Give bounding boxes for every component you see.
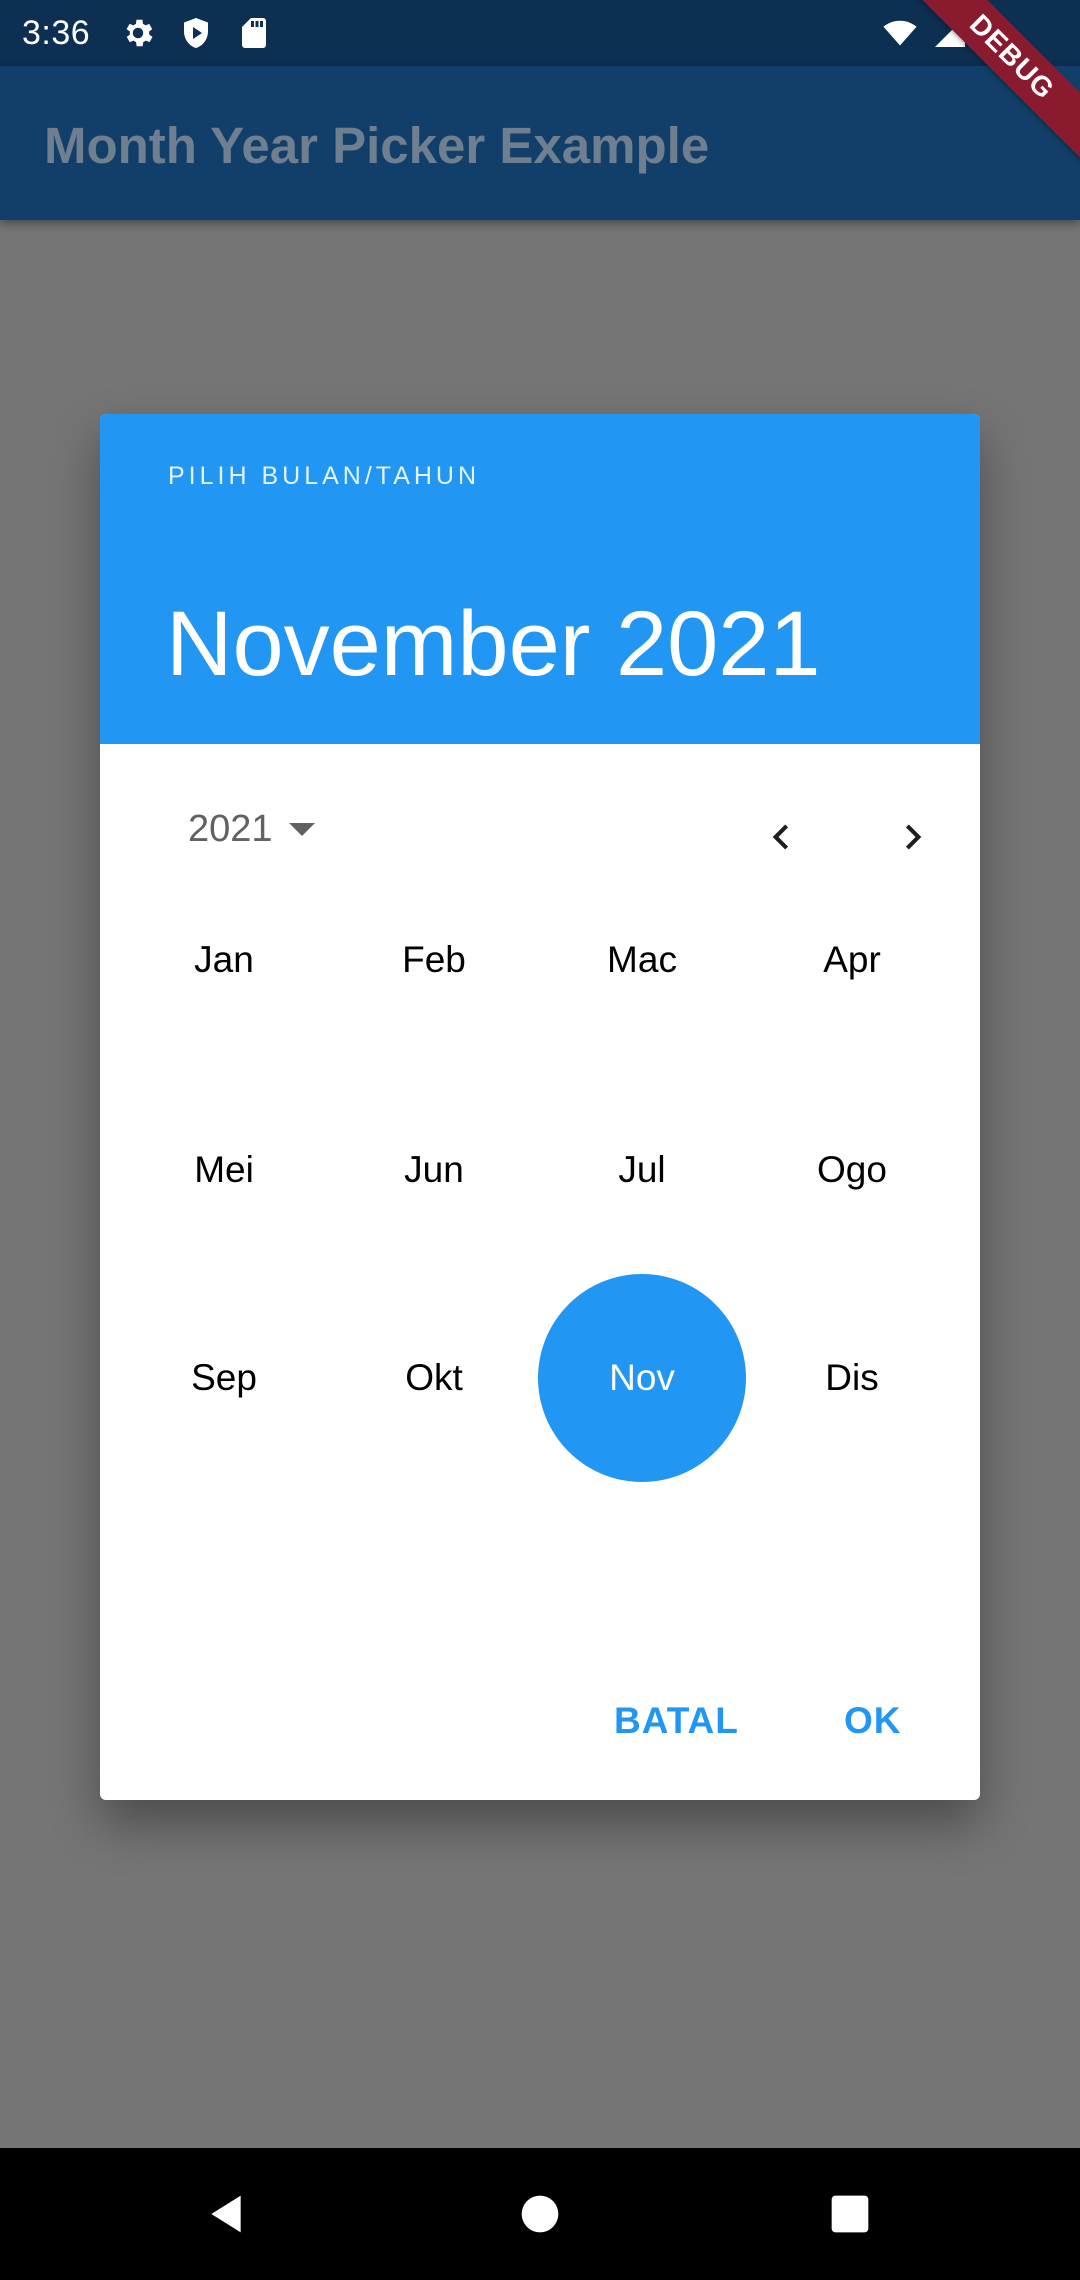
chevron-left-icon[interactable]: [756, 812, 806, 862]
month-apr[interactable]: Apr: [748, 856, 956, 1064]
month-mei[interactable]: Mei: [120, 1066, 328, 1274]
year-dropdown[interactable]: 2021: [188, 808, 315, 851]
month-ogo[interactable]: Ogo: [748, 1066, 956, 1274]
app-bar: Month Year Picker Example: [0, 66, 1080, 220]
app-title: Month Year Picker Example: [44, 117, 710, 174]
year-label: 2021: [188, 808, 273, 850]
dialog-caption: PILIH BULAN/TAHUN: [168, 462, 481, 490]
ok-button[interactable]: OK: [844, 1700, 902, 1742]
month-dis[interactable]: Dis: [748, 1274, 956, 1482]
dialog-actions: BATAL OK: [100, 1670, 980, 1800]
month-mac[interactable]: Mac: [538, 856, 746, 1064]
month-jan[interactable]: Jan: [120, 856, 328, 1064]
month-okt[interactable]: Okt: [330, 1274, 538, 1482]
gear-icon: [126, 19, 153, 47]
wifi-icon: [883, 20, 917, 46]
status-bar: 3:36: [0, 0, 1080, 66]
home-icon[interactable]: [518, 2192, 562, 2236]
status-icons-left: [120, 15, 272, 51]
system-nav-bar: [0, 2148, 1080, 2280]
month-year-picker-dialog: PILIH BULAN/TAHUN November 2021 2021 Jan…: [100, 414, 980, 1800]
status-time: 3:36: [22, 13, 91, 52]
recents-icon[interactable]: [828, 2192, 872, 2236]
month-sep[interactable]: Sep: [120, 1274, 328, 1482]
month-nov[interactable]: Nov: [538, 1274, 746, 1482]
sd-card-icon: [242, 18, 267, 48]
chevron-right-icon[interactable]: [888, 812, 938, 862]
dialog-header: PILIH BULAN/TAHUN November 2021: [100, 414, 980, 744]
back-icon[interactable]: [204, 2192, 248, 2236]
cancel-button[interactable]: BATAL: [614, 1700, 739, 1742]
month-jul[interactable]: Jul: [538, 1066, 746, 1274]
dropdown-arrow-icon: [288, 823, 315, 836]
month-feb[interactable]: Feb: [330, 856, 538, 1064]
month-jun[interactable]: Jun: [330, 1066, 538, 1274]
selected-month-year: November 2021: [166, 593, 821, 695]
play-protect-icon: [184, 18, 209, 48]
